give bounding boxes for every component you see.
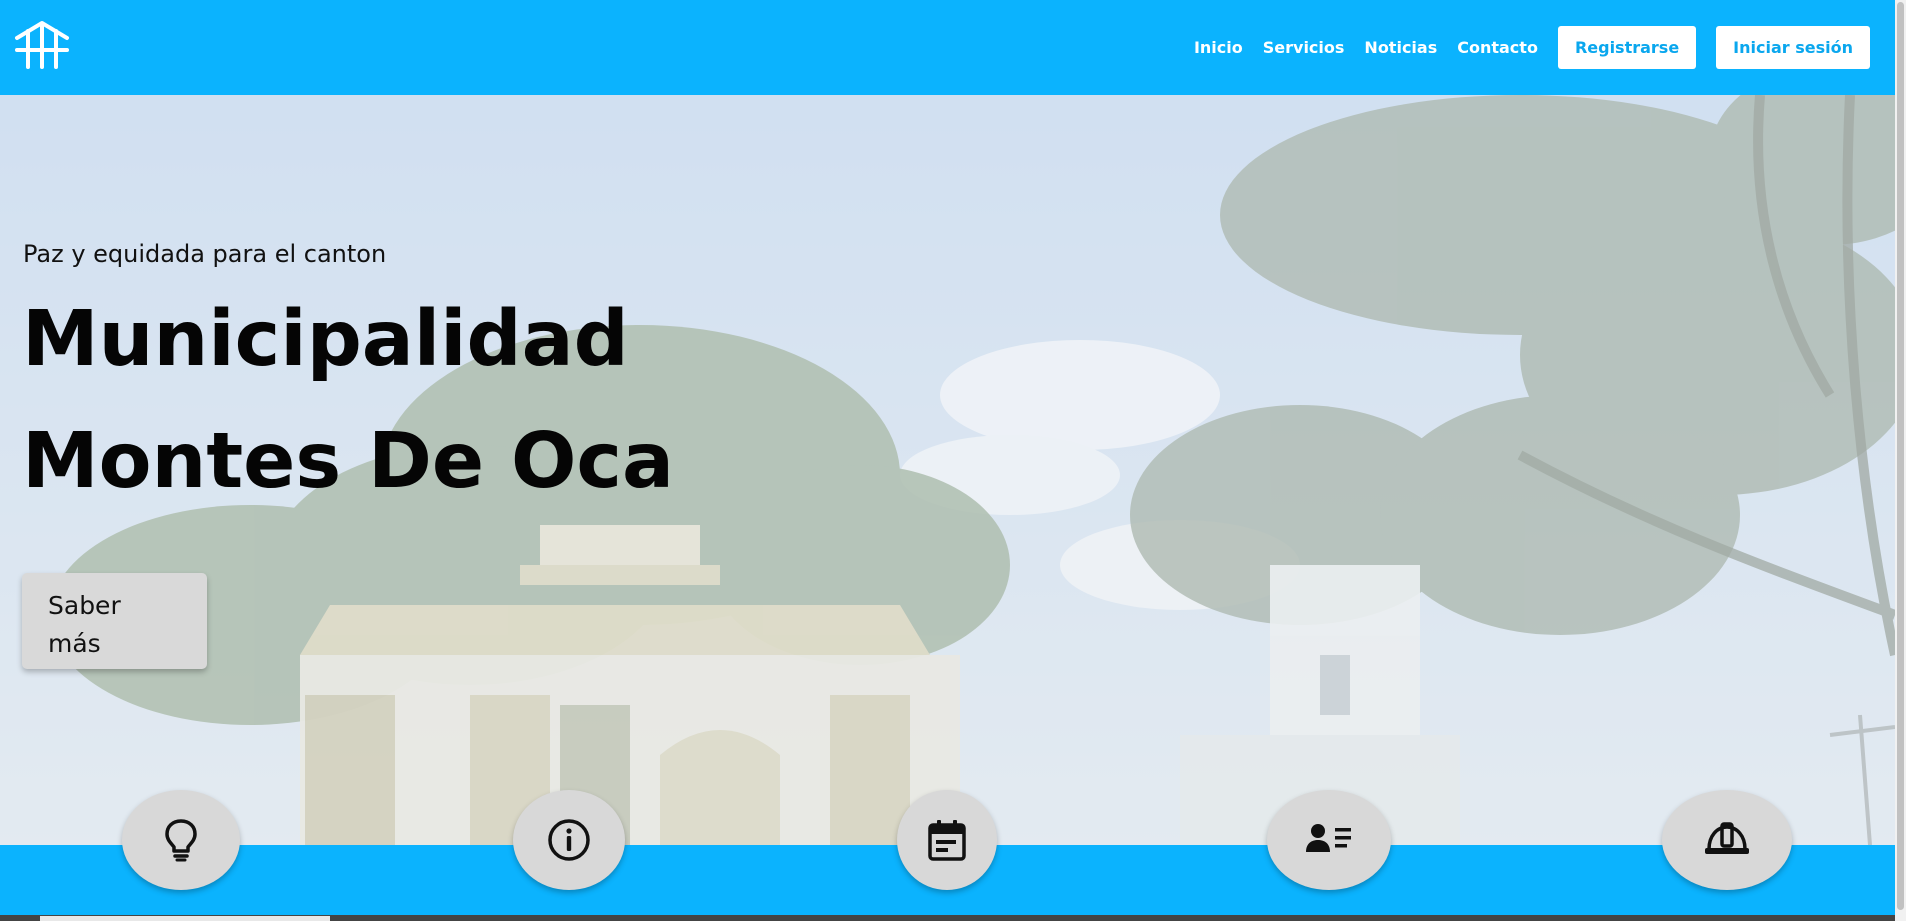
feature-contacto-button[interactable] <box>1267 790 1391 890</box>
info-icon <box>548 819 590 861</box>
hero-title-line1: Municipalidad <box>22 295 629 384</box>
nav-inicio[interactable]: Inicio <box>1194 38 1243 57</box>
vertical-scrollbar-thumb[interactable] <box>1897 2 1904 910</box>
hero-title-line2: Montes De Oca <box>22 417 675 506</box>
hero-section: Paz y equidada para el canton Municipali… <box>0 95 1895 845</box>
nav-noticias[interactable]: Noticias <box>1364 38 1437 57</box>
nav-links: Inicio Servicios Noticias Contacto Regis… <box>1194 0 1895 95</box>
top-navbar: Inicio Servicios Noticias Contacto Regis… <box>0 0 1895 95</box>
calendar-icon <box>928 820 966 861</box>
feature-avisos-button[interactable] <box>897 790 997 890</box>
saber-mas-button[interactable]: Saber más <box>22 573 207 669</box>
hard-hat-icon <box>1705 822 1749 854</box>
nav-servicios[interactable]: Servicios <box>1263 38 1345 57</box>
hero-tagline: Paz y equidada para el canton <box>23 240 387 268</box>
feature-iniciativas-button[interactable] <box>1662 790 1792 890</box>
contact-card-icon <box>1306 824 1351 852</box>
feature-noticias-button[interactable] <box>513 790 625 890</box>
feature-servicios-button[interactable] <box>122 790 240 890</box>
horizontal-scrollbar-thumb[interactable] <box>40 916 330 921</box>
register-button[interactable]: Registrarse <box>1557 26 1697 69</box>
house-logo-icon[interactable] <box>14 20 70 70</box>
lightbulb-icon <box>165 819 197 862</box>
login-button[interactable]: Iniciar sesión <box>1716 26 1870 69</box>
nav-contacto[interactable]: Contacto <box>1457 38 1538 57</box>
